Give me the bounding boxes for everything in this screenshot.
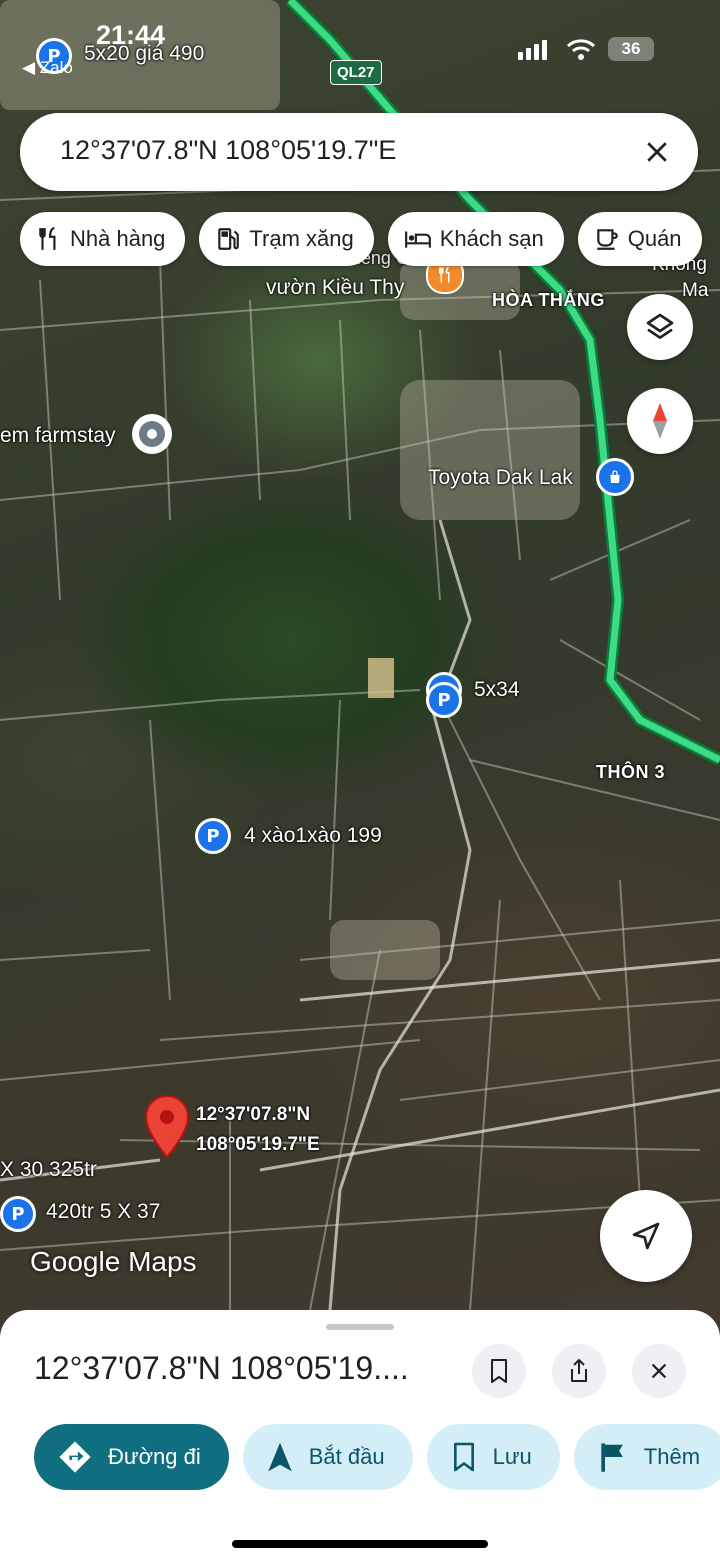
flag-icon	[601, 1443, 623, 1472]
map-label-thon3: THÔN 3	[596, 762, 666, 782]
directions-icon	[59, 1441, 91, 1473]
map-label-farmstay[interactable]: em farmstay	[0, 424, 116, 448]
status-time: 21:44	[96, 20, 166, 50]
place-bottom-sheet[interactable]: 12°37'07.8"N 108°05'19.... Đường đi Bắt …	[0, 1310, 720, 1562]
map-label-hoa-thang: HÒA THẮNG	[492, 290, 605, 310]
chip-label: Quán	[627, 226, 682, 251]
map-label-ma: Ma	[682, 280, 709, 301]
dropped-pin-lng: 108°05'19.7"E	[196, 1134, 320, 1155]
status-icons	[518, 38, 596, 60]
place-title: 12°37'07.8"N 108°05'19....	[34, 1350, 409, 1386]
map-roads	[0, 0, 720, 1311]
category-chips: Nhà hàng Trạm xăng Khách sạn Quán	[20, 212, 702, 266]
chip-cafes[interactable]: Quán	[577, 212, 702, 266]
navigation-icon	[268, 1442, 292, 1472]
action-buttons: Đường đi Bắt đầu Lưu Thêm	[34, 1424, 720, 1490]
map-label-vuon[interactable]: vườn Kiều Thy	[266, 276, 404, 300]
my-location-button[interactable]	[600, 1190, 692, 1282]
share-icon	[571, 1359, 587, 1382]
bookmark-icon	[453, 1442, 474, 1472]
compass-button[interactable]	[627, 388, 693, 454]
dropped-pin-lat: 12°37'07.8"N	[196, 1104, 311, 1125]
back-to-app-link[interactable]: ◀ Zalo	[22, 58, 73, 78]
close-sheet-button[interactable]	[632, 1344, 686, 1398]
map-label-4xao[interactable]: 4 xào1xào 199	[244, 824, 382, 848]
sheet-drag-handle[interactable]	[326, 1324, 394, 1330]
google-maps-watermark: Google Maps	[30, 1246, 197, 1277]
chip-label: Nhà hàng	[70, 226, 166, 251]
map-label-420tr[interactable]: 420tr 5 X 37	[46, 1200, 160, 1224]
search-bar[interactable]: 12°37'07.8"N 108°05'19.7"E	[20, 113, 698, 191]
add-label-label: Thêm	[643, 1444, 701, 1469]
parking-pin-icon[interactable]: P	[426, 682, 462, 718]
close-icon	[651, 1363, 667, 1379]
signal-icon	[518, 40, 547, 60]
chip-hotels[interactable]: Khách sạn	[387, 212, 564, 266]
layers-icon	[646, 313, 674, 339]
share-button[interactable]	[552, 1344, 606, 1398]
satellite-map[interactable]: QL27 Vườn Sầu Riêng Cà Phê Sân vườn Kiều…	[0, 0, 720, 1330]
dropped-pin-icon[interactable]	[144, 1094, 190, 1165]
save-label: Lưu	[492, 1444, 532, 1469]
compass-icon	[653, 403, 667, 439]
cup-icon	[596, 229, 618, 250]
directions-button[interactable]: Đường đi	[34, 1424, 229, 1490]
layers-button[interactable]	[627, 294, 693, 360]
chip-gas-stations[interactable]: Trạm xăng	[199, 212, 374, 266]
chip-restaurants[interactable]: Nhà hàng	[20, 212, 186, 266]
gas-station-icon	[218, 228, 240, 250]
add-label-button[interactable]: Thêm	[573, 1424, 720, 1490]
place-pin-icon[interactable]	[132, 414, 172, 454]
chip-label: Khách sạn	[439, 226, 544, 251]
home-indicator[interactable]	[232, 1540, 488, 1548]
parking-pin-icon[interactable]: P	[195, 818, 231, 854]
shopping-pin-icon[interactable]	[596, 458, 634, 496]
bookmark-icon	[491, 1359, 507, 1383]
search-query[interactable]: 12°37'07.8"N 108°05'19.7"E	[60, 135, 396, 166]
start-label: Bắt đầu	[308, 1444, 385, 1469]
clear-search-icon[interactable]	[642, 137, 672, 167]
save-button[interactable]: Lưu	[426, 1424, 560, 1490]
bed-icon	[404, 231, 431, 248]
map-label-x30[interactable]: X 30 325tr	[0, 1158, 97, 1182]
save-bookmark-button[interactable]	[472, 1344, 526, 1398]
chip-label: Trạm xăng	[249, 226, 354, 251]
wifi-icon	[566, 39, 596, 60]
fork-knife-icon	[39, 227, 56, 250]
battery-indicator: 36	[608, 37, 654, 61]
directions-label: Đường đi	[108, 1444, 201, 1469]
status-bar: 21:44 ◀ Zalo 36	[0, 0, 720, 90]
map-label-toyota[interactable]: Toyota Dak Lak	[428, 466, 573, 490]
navigation-arrow-icon	[632, 1222, 660, 1250]
parking-pin-icon[interactable]: P	[0, 1196, 36, 1232]
map-label-5x34[interactable]: 5x34	[474, 678, 520, 702]
start-button[interactable]: Bắt đầu	[242, 1424, 413, 1490]
